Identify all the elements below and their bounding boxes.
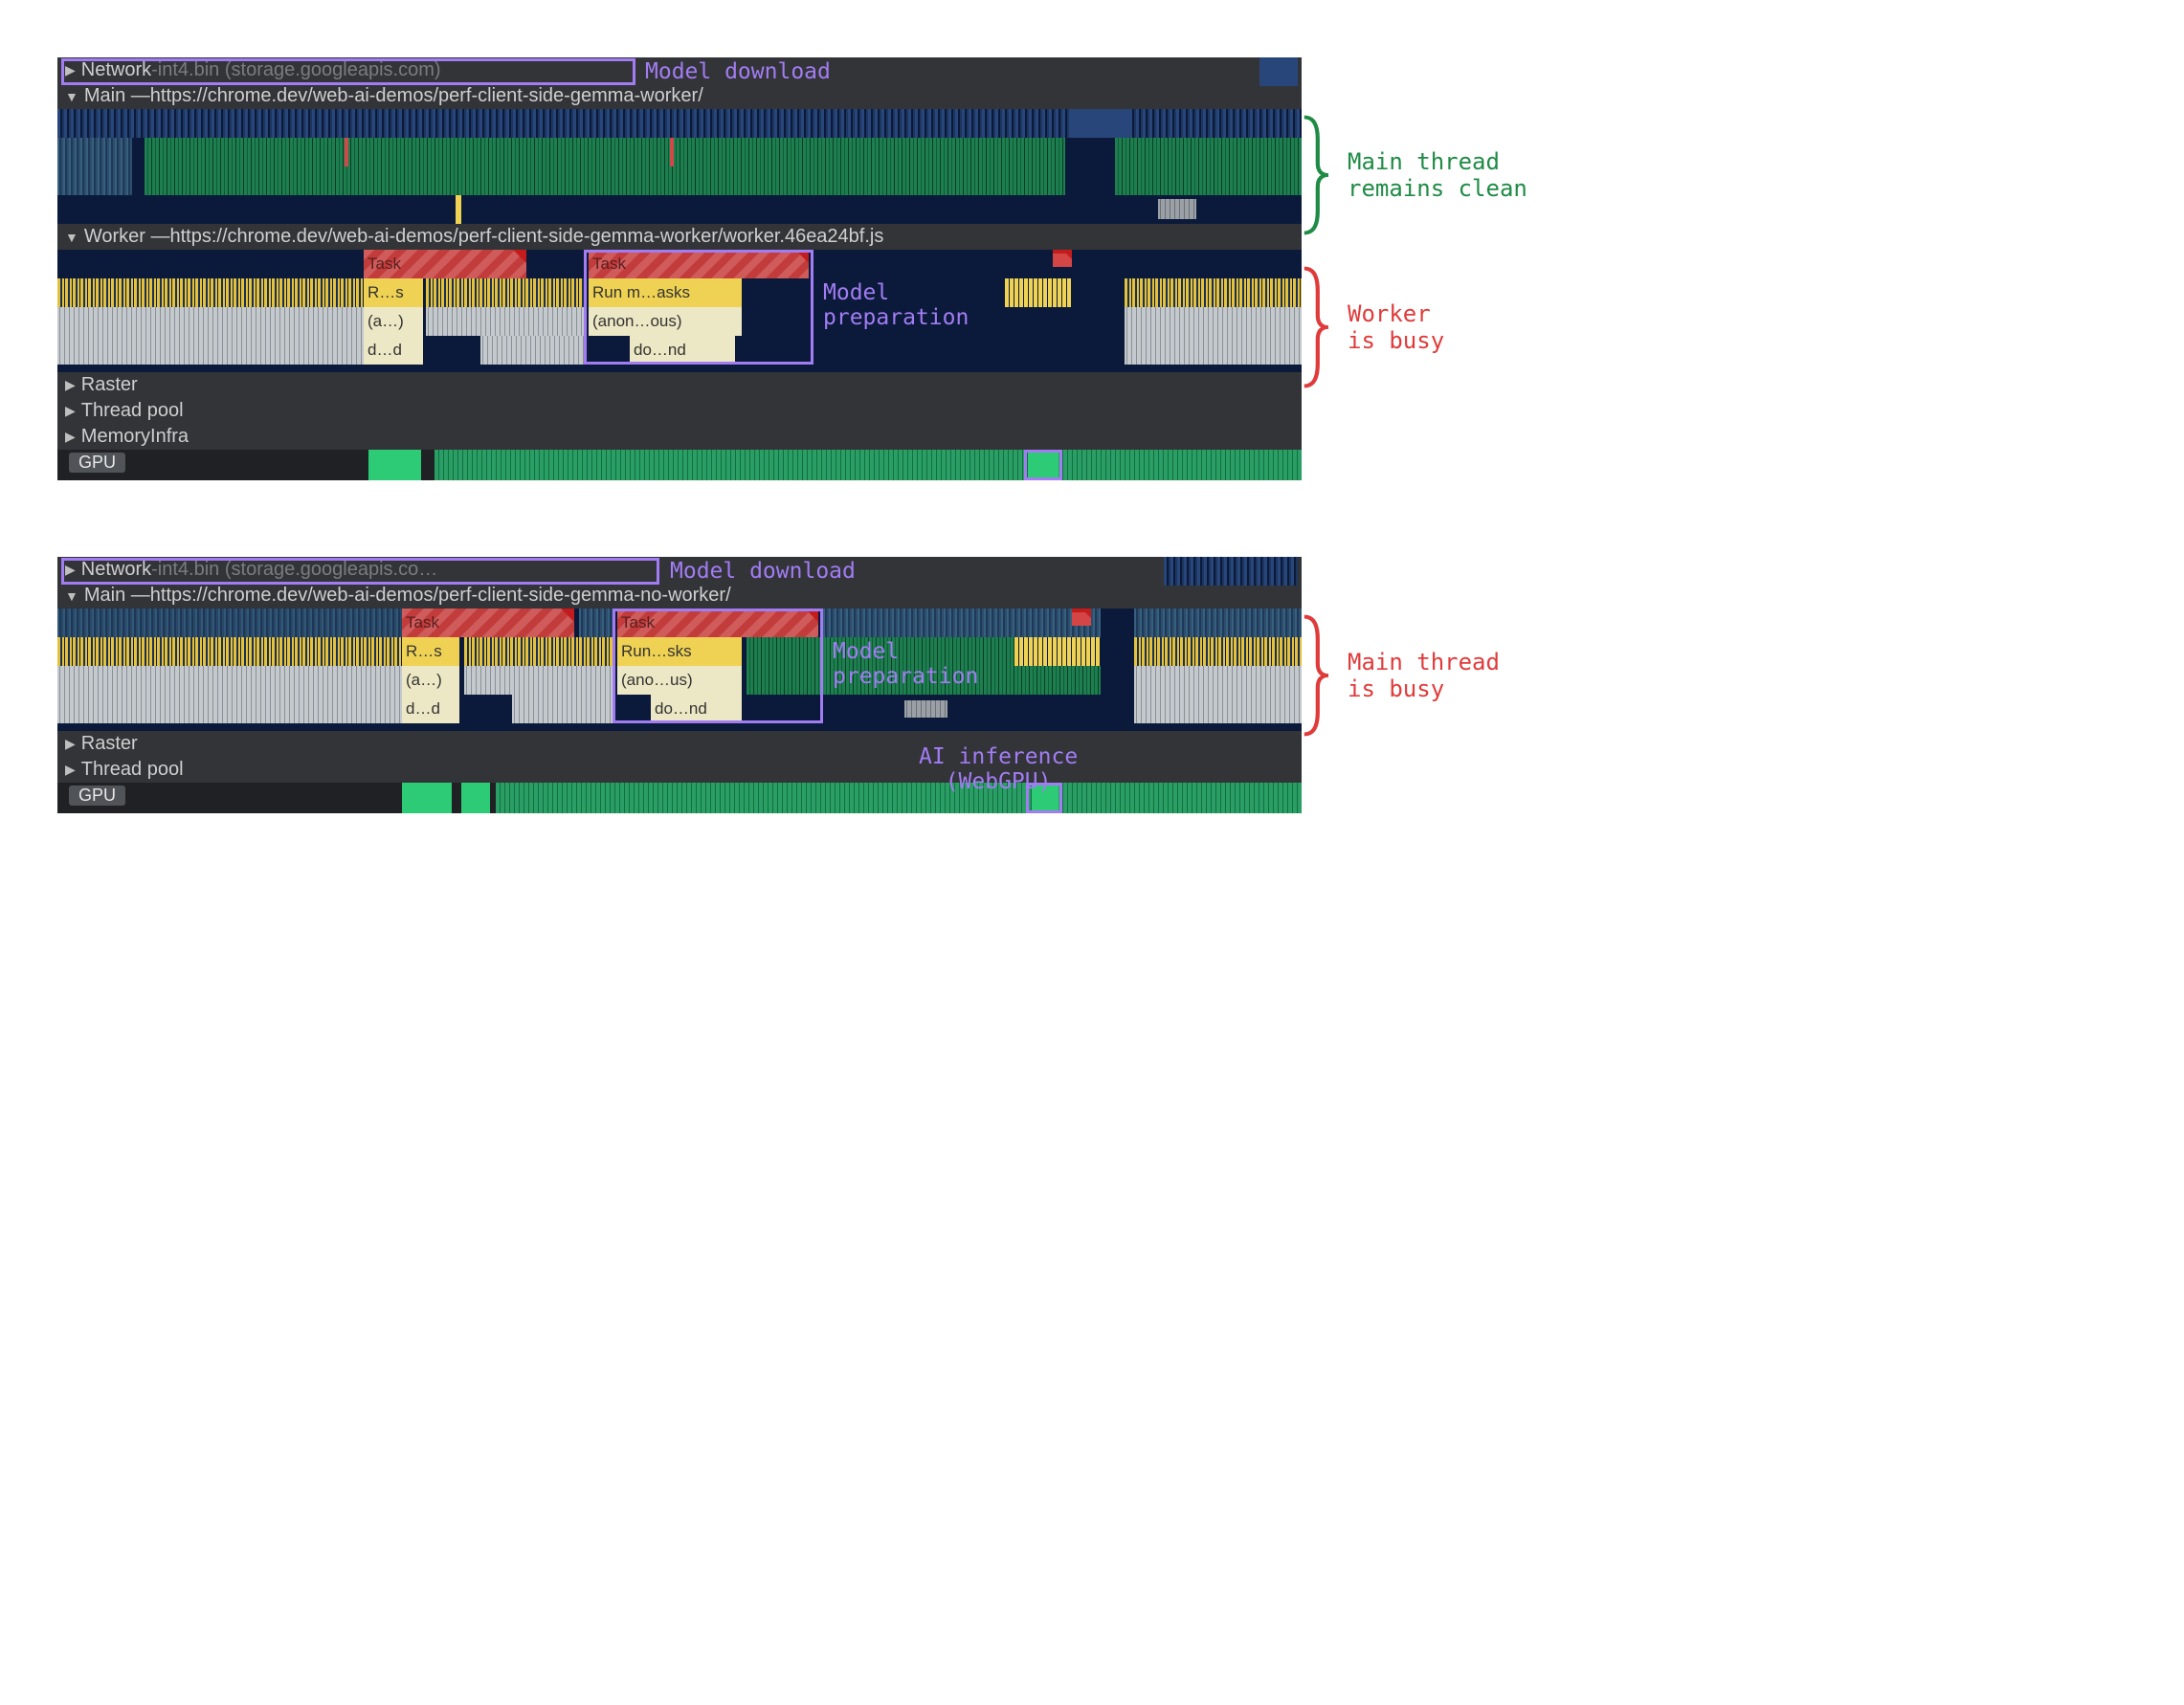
network-label: Network bbox=[81, 559, 151, 581]
anon-block[interactable]: (anon…ous) bbox=[589, 307, 742, 336]
ann-model-prep: Model preparation bbox=[833, 639, 978, 689]
main-url: https://chrome.dev/web-ai-demos/perf-cli… bbox=[150, 85, 703, 107]
threadpool-track-header[interactable]: ▶Thread pool bbox=[57, 757, 1302, 783]
task-block[interactable]: Task bbox=[402, 609, 574, 637]
network-label: Network bbox=[81, 59, 151, 81]
run-micro-block[interactable]: R…s bbox=[402, 637, 459, 666]
gpu-label: GPU bbox=[69, 786, 125, 806]
download-block[interactable]: do…nd bbox=[630, 336, 735, 365]
chevron-right-icon: ▶ bbox=[65, 562, 76, 578]
chevron-down-icon: ▼ bbox=[65, 89, 78, 104]
chevron-right-icon: ▶ bbox=[65, 429, 76, 445]
network-file: -int4.bin (storage.googleapis.co… bbox=[151, 559, 437, 581]
devtools-perf-panel-noworker: ▶ Network -int4.bin (storage.googleapis.… bbox=[57, 557, 1302, 813]
network-file: -int4.bin (storage.googleapis.com) bbox=[151, 59, 440, 81]
chevron-down-icon: ▼ bbox=[65, 588, 78, 604]
ann-model-download: Model download bbox=[670, 559, 856, 584]
run-sks-block[interactable]: Run…sks bbox=[617, 637, 742, 666]
chevron-right-icon: ▶ bbox=[65, 762, 76, 778]
worker-url: https://chrome.dev/web-ai-demos/perf-cli… bbox=[170, 226, 884, 248]
main-label: Main — bbox=[84, 585, 150, 607]
anon-block[interactable]: (a…) bbox=[364, 307, 423, 336]
raster-track-header[interactable]: ▶Raster bbox=[57, 372, 1302, 398]
chevron-down-icon: ▼ bbox=[65, 230, 78, 245]
worker-track-header[interactable]: ▼ Worker — https://chrome.dev/web-ai-dem… bbox=[57, 224, 1302, 250]
task-block[interactable]: Task bbox=[364, 250, 526, 278]
ann-model-download: Model download bbox=[645, 59, 831, 84]
run-masks-block[interactable]: Run m…asks bbox=[589, 278, 742, 307]
raster-track-header[interactable]: ▶Raster bbox=[57, 731, 1302, 757]
main-url: https://chrome.dev/web-ai-demos/perf-cli… bbox=[150, 585, 731, 607]
chevron-right-icon: ▶ bbox=[65, 736, 76, 752]
anon-block[interactable]: (a…) bbox=[402, 666, 459, 695]
download-block[interactable]: do…nd bbox=[651, 695, 742, 723]
task-block[interactable]: Task bbox=[589, 250, 809, 278]
side-ann-busy: Worker is busy bbox=[1348, 300, 1444, 354]
devtools-perf-panel-worker: ▶ Network -int4.bin (storage.googleapis.… bbox=[57, 57, 1302, 480]
gpu-track[interactable]: GPU bbox=[57, 450, 1302, 480]
main-label: Main — bbox=[84, 85, 150, 107]
memoryinfra-track-header[interactable]: ▶MemoryInfra bbox=[57, 424, 1302, 450]
main-track-header[interactable]: ▼ Main — https://chrome.dev/web-ai-demos… bbox=[57, 83, 1302, 109]
ann-ai-inference: AI inference (WebGPU) bbox=[919, 744, 1078, 794]
worker-flame[interactable]: Task Task R…s Run m…asks (a…) (anon…o bbox=[57, 250, 1302, 372]
download-block[interactable]: d…d bbox=[364, 336, 423, 365]
worker-label: Worker — bbox=[84, 226, 170, 248]
gpu-label: GPU bbox=[69, 453, 125, 473]
gpu-track[interactable]: GPU bbox=[57, 783, 1302, 813]
chevron-right-icon: ▶ bbox=[65, 377, 76, 393]
task-block[interactable]: Task bbox=[617, 609, 818, 637]
threadpool-track-header[interactable]: ▶Thread pool bbox=[57, 398, 1302, 424]
chevron-right-icon: ▶ bbox=[65, 62, 76, 78]
main-thread-flame[interactable] bbox=[57, 109, 1302, 224]
side-ann-clean: Main thread remains clean bbox=[1348, 148, 1527, 202]
chevron-right-icon: ▶ bbox=[65, 403, 76, 419]
ann-model-prep: Model preparation bbox=[823, 280, 969, 330]
main-track-header[interactable]: ▼ Main — https://chrome.dev/web-ai-demos… bbox=[57, 583, 1302, 609]
run-micro-block[interactable]: R…s bbox=[364, 278, 423, 307]
main-thread-flame[interactable]: Task Task R…s Run…sks bbox=[57, 609, 1302, 731]
side-ann-busy: Main thread is busy bbox=[1348, 649, 1500, 702]
download-block[interactable]: d…d bbox=[402, 695, 459, 723]
anon-block[interactable]: (ano…us) bbox=[617, 666, 742, 695]
